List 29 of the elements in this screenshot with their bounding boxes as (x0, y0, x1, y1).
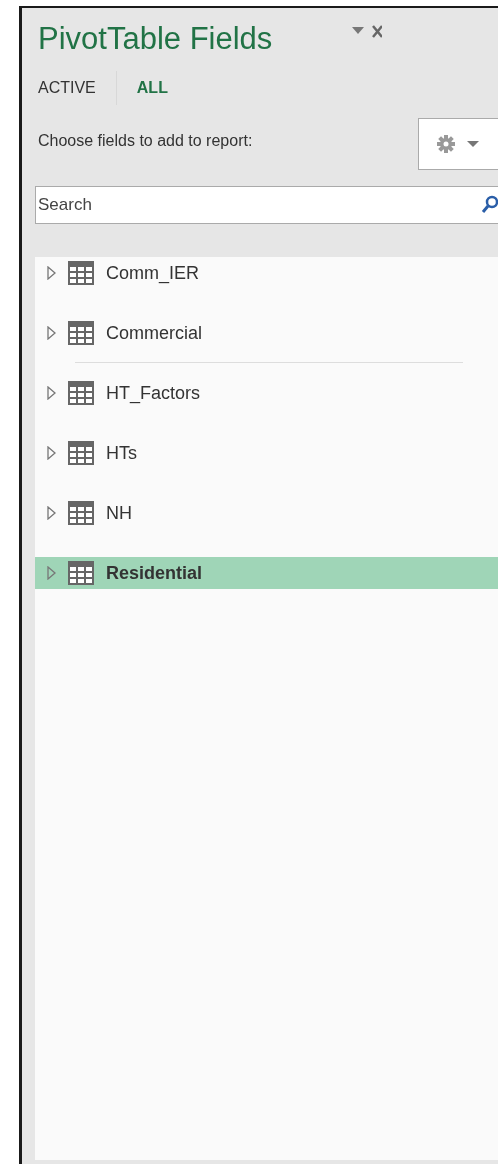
expand-triangle-icon[interactable] (47, 326, 56, 340)
table-icon (68, 321, 94, 345)
pane-title: PivotTable Fields (38, 21, 273, 57)
table-field-item[interactable]: HTs (35, 437, 498, 469)
search-field[interactable]: Search (35, 186, 498, 224)
table-field-item[interactable]: Commercial (35, 317, 498, 349)
gear-icon (437, 135, 455, 153)
table-icon (68, 261, 94, 285)
expand-triangle-icon[interactable] (47, 386, 56, 400)
prompt-label: Choose fields to add to report: (38, 132, 253, 150)
tools-button[interactable] (418, 118, 498, 170)
table-field-item[interactable]: HT_Factors (35, 377, 498, 409)
caret-icon (467, 140, 479, 148)
table-field-item[interactable]: Comm_IER (35, 257, 498, 289)
expand-triangle-icon[interactable] (47, 566, 56, 580)
table-icon (68, 561, 94, 585)
expand-triangle-icon[interactable] (47, 446, 56, 460)
tab[interactable]: ACTIVE (38, 71, 117, 105)
table-field-item[interactable]: NH (35, 497, 498, 529)
close-icon[interactable] (372, 25, 383, 39)
dropdown-arrow-icon[interactable] (352, 27, 365, 35)
tab[interactable]: ALL (136, 71, 188, 105)
expand-triangle-icon[interactable] (47, 266, 56, 280)
table-icon (68, 501, 94, 525)
expand-triangle-icon[interactable] (47, 506, 56, 520)
table-icon (68, 381, 94, 405)
table-field-item[interactable]: Residential (35, 557, 498, 589)
search-icon (481, 195, 498, 215)
table-icon (68, 441, 94, 465)
